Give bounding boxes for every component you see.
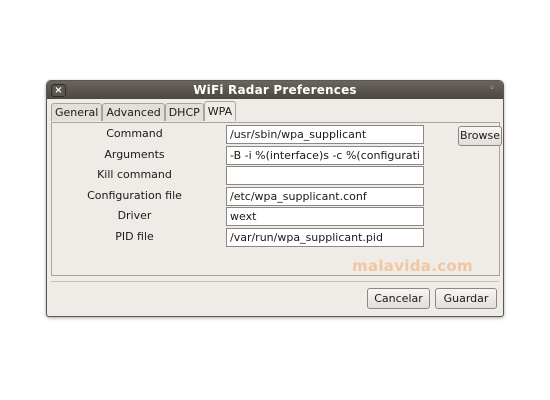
configuration-file-row: Configuration file bbox=[52, 186, 499, 206]
maximize-icon[interactable]: ◦ bbox=[487, 84, 497, 94]
command-field[interactable] bbox=[226, 125, 424, 144]
tab-wpa[interactable]: WPA bbox=[203, 101, 237, 121]
tab-dhcp[interactable]: DHCP bbox=[164, 103, 204, 121]
command-row: Command Browse bbox=[52, 124, 502, 146]
kill-command-field[interactable] bbox=[226, 166, 424, 185]
driver-row: Driver bbox=[52, 206, 499, 226]
divider bbox=[51, 281, 499, 282]
tab-general[interactable]: General bbox=[51, 103, 103, 121]
browse-button[interactable]: Browse bbox=[458, 126, 502, 146]
arguments-label: Arguments bbox=[104, 148, 165, 161]
tab-advanced[interactable]: Advanced bbox=[102, 103, 165, 121]
kill-command-row: Kill command bbox=[52, 165, 499, 185]
save-button[interactable]: Guardar bbox=[435, 288, 497, 309]
title-bar[interactable]: × WiFi Radar Preferences ◦ bbox=[47, 81, 503, 99]
kill-command-label: Kill command bbox=[97, 168, 172, 181]
tab-bar: General Advanced DHCP WPA bbox=[51, 101, 237, 123]
configuration-file-field[interactable] bbox=[226, 187, 424, 206]
pid-file-label: PID file bbox=[115, 230, 154, 243]
cancel-button[interactable]: Cancelar bbox=[367, 288, 430, 309]
pid-file-field[interactable] bbox=[226, 228, 424, 247]
driver-field[interactable] bbox=[226, 207, 424, 226]
command-label: Command bbox=[106, 127, 163, 140]
arguments-field[interactable] bbox=[226, 146, 424, 165]
watermark-logo: malavida.com bbox=[352, 257, 473, 275]
wpa-settings-panel: Command Browse Arguments Kill command Co… bbox=[51, 122, 502, 276]
configuration-file-label: Configuration file bbox=[87, 189, 182, 202]
driver-label: Driver bbox=[117, 209, 152, 222]
window-title: WiFi Radar Preferences bbox=[193, 83, 357, 97]
arguments-row: Arguments bbox=[52, 145, 499, 165]
preferences-window: × WiFi Radar Preferences ◦ General Advan… bbox=[46, 80, 504, 317]
pid-file-row: PID file bbox=[52, 227, 499, 247]
